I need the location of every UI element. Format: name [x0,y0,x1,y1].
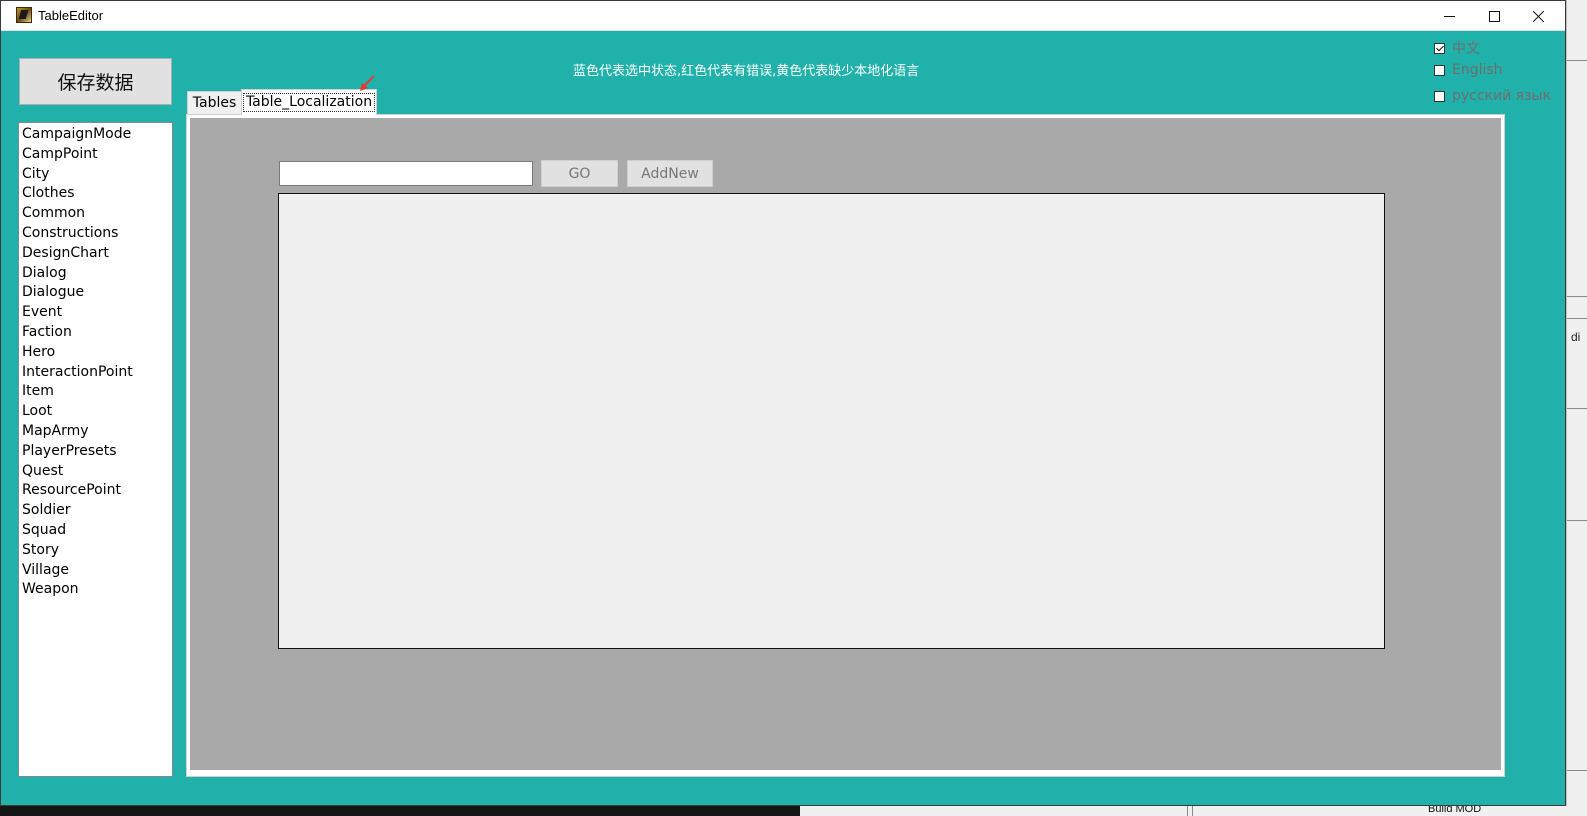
divider [1567,408,1587,409]
list-item[interactable]: Common [19,204,172,224]
minimize-button[interactable] [1426,1,1472,31]
search-input[interactable] [279,161,533,186]
list-item[interactable]: Squad [19,521,172,541]
maximize-icon [1488,10,1500,22]
background-tab-text: di [1571,330,1581,344]
list-item[interactable]: Faction [19,323,172,343]
background-dark-region [0,806,800,816]
list-item[interactable]: MapArmy [19,422,172,442]
list-item[interactable]: Event [19,303,172,323]
language-checkbox-russian[interactable]: русский язык [1434,88,1551,104]
tab-tables[interactable]: Tables [187,91,242,114]
localization-data-grid[interactable] [278,193,1385,649]
divider [1567,318,1587,319]
list-item[interactable]: InteractionPoint [19,363,172,383]
list-item[interactable]: Weapon [19,580,172,600]
go-button[interactable]: GO [541,160,618,187]
list-item[interactable]: Village [19,561,172,581]
divider [1192,806,1193,816]
close-icon [1533,10,1545,22]
table-editor-window: TableEditor 保存数据 蓝色代表选中状态,红色代表有错误,黄色代表缺少… [0,0,1566,806]
list-item[interactable]: CampPoint [19,145,172,165]
list-item[interactable]: Dialog [19,264,172,284]
list-item[interactable]: Story [19,541,172,561]
divider [1567,296,1587,297]
language-label: English [1452,62,1503,78]
minimize-icon [1443,15,1455,17]
list-item[interactable]: Quest [19,462,172,482]
language-label: 中文 [1452,41,1480,57]
list-item[interactable]: Clothes [19,184,172,204]
list-item[interactable]: Item [19,382,172,402]
list-item[interactable]: Constructions [19,224,172,244]
checkbox-icon[interactable] [1434,90,1445,102]
divider [1567,520,1587,521]
title-bar[interactable]: TableEditor [1,1,1565,31]
table-list[interactable]: CampaignMode CampPoint City Clothes Comm… [18,122,173,777]
list-item[interactable]: Dialogue [19,283,172,303]
list-item[interactable]: ResourcePoint [19,481,172,501]
red-arrow-annotation-icon [360,75,375,91]
window-title: TableEditor [38,8,104,23]
divider [1567,60,1587,61]
add-new-button[interactable]: AddNew [627,160,713,187]
background-window-edge: di [1566,0,1587,816]
color-legend-text: 蓝色代表选中状态,红色代表有错误,黄色代表缺少本地化语言 [573,64,920,79]
list-item[interactable]: Hero [19,343,172,363]
tab-label: Table_Localization [242,93,376,112]
list-item[interactable]: Loot [19,402,172,422]
checkbox-checked-icon[interactable] [1434,42,1445,54]
background-taskbar-edge: Build MOD [0,803,1587,816]
checkbox-icon[interactable] [1434,64,1445,76]
close-button[interactable] [1516,1,1562,31]
save-data-button[interactable]: 保存数据 [19,58,172,105]
maximize-button[interactable] [1471,1,1517,31]
app-icon [16,7,32,23]
language-checkbox-english[interactable]: English [1434,62,1503,78]
divider [1567,770,1587,771]
list-item[interactable]: CampaignMode [19,125,172,145]
language-checkbox-chinese[interactable]: 中文 [1434,38,1480,58]
list-item[interactable]: City [19,165,172,185]
list-item[interactable]: PlayerPresets [19,442,172,462]
language-label: русский язык [1452,88,1552,104]
list-item[interactable]: Soldier [19,501,172,521]
list-item[interactable]: DesignChart [19,244,172,264]
divider [1187,806,1188,816]
